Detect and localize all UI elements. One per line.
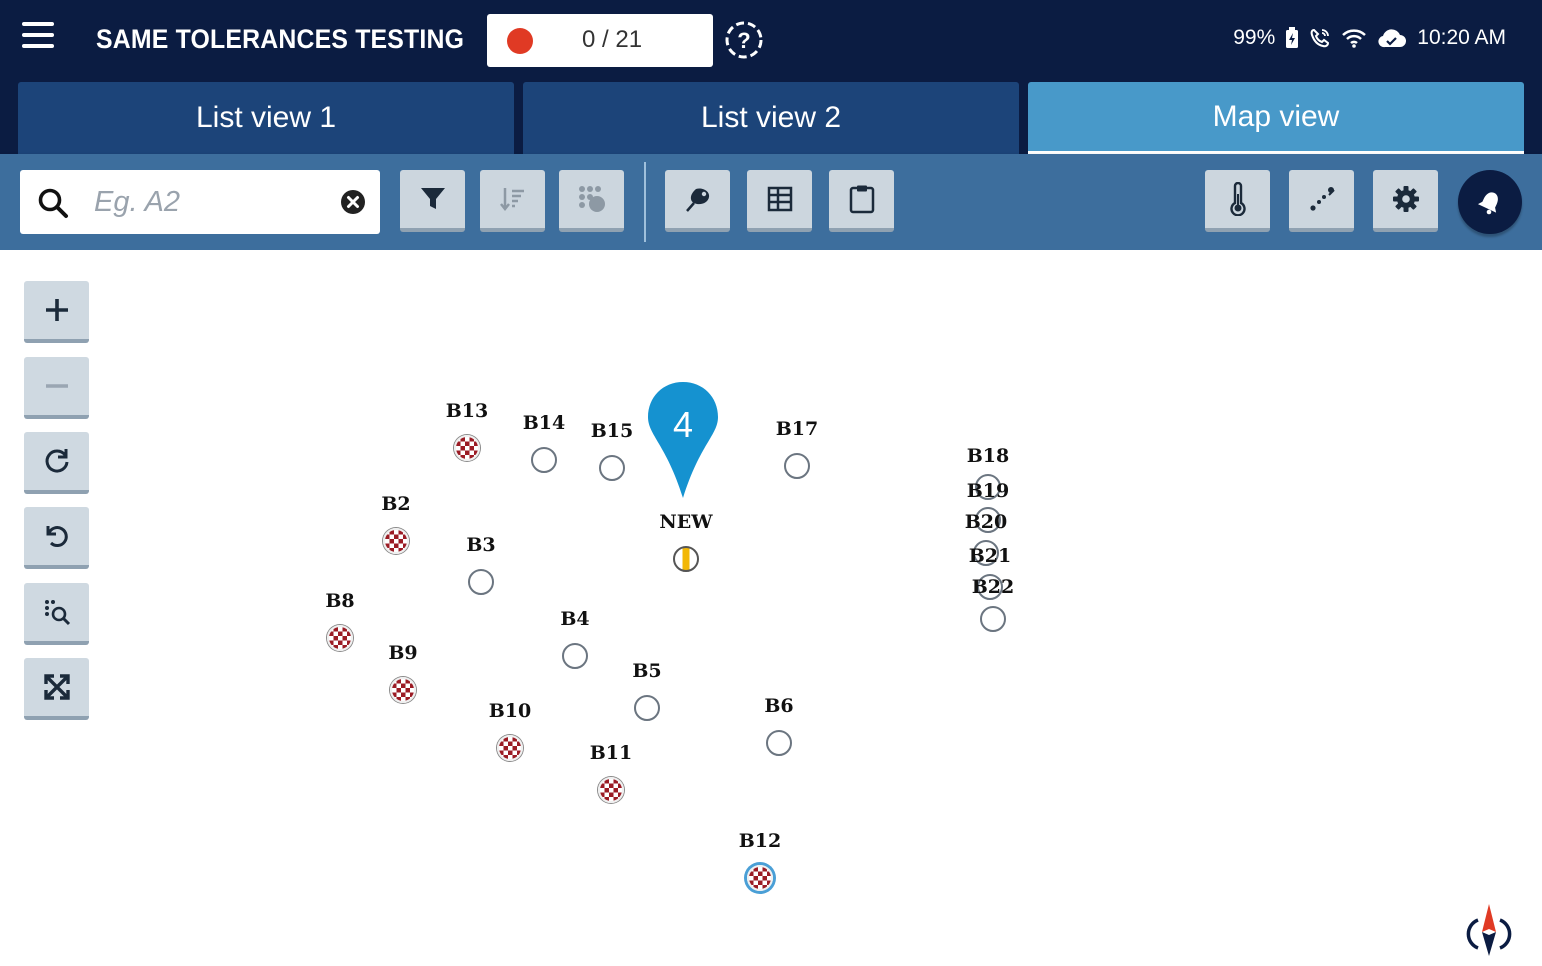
- point-label: B19: [966, 480, 1010, 502]
- plumb-bob-icon: [685, 188, 709, 212]
- point-label: B5: [632, 660, 662, 682]
- report-button[interactable]: [829, 170, 894, 232]
- zoom-points-icon: [44, 600, 70, 626]
- point-marker: [766, 730, 792, 756]
- battery-charging-icon: [1286, 27, 1299, 48]
- point-marker: [980, 606, 1006, 632]
- point-label: B11: [589, 742, 633, 764]
- temperature-button[interactable]: [1205, 170, 1270, 232]
- point-marker: [383, 528, 409, 554]
- point-label: B18: [966, 445, 1010, 467]
- battery-percent: 99%: [1233, 26, 1276, 49]
- point-label: B6: [764, 695, 794, 717]
- group-points-button[interactable]: [559, 170, 624, 232]
- settings-button[interactable]: [1373, 170, 1438, 232]
- counter-text: 0 / 21: [582, 26, 643, 53]
- tab-list-view-2[interactable]: List view 2: [523, 82, 1019, 154]
- point-marker: [747, 865, 773, 891]
- notifications-button[interactable]: [1458, 170, 1522, 234]
- plus-icon: [45, 299, 68, 321]
- status-bar: 99% 10:20 AM: [1233, 26, 1506, 50]
- point-label: B3: [466, 534, 496, 556]
- clear-search-icon[interactable]: [340, 189, 366, 215]
- point-label: B13: [445, 400, 489, 422]
- tab-map-view[interactable]: Map view: [1028, 82, 1524, 154]
- search-icon: [38, 188, 68, 218]
- fit-extent-button[interactable]: [24, 658, 89, 720]
- sort-icon: [499, 188, 524, 212]
- cloud-sync-icon: [1378, 29, 1407, 48]
- point-marker: [454, 435, 480, 461]
- point-marker: [634, 695, 660, 721]
- point-label: B22: [971, 576, 1015, 598]
- point-label: B2: [381, 493, 411, 515]
- thermometer-icon: [1229, 182, 1246, 216]
- sort-button[interactable]: [480, 170, 545, 232]
- point-marker: [468, 569, 494, 595]
- zoom-in-button[interactable]: [24, 281, 89, 343]
- point-label: B17: [775, 418, 819, 440]
- expand-icon: [43, 674, 70, 700]
- search-box: [20, 170, 380, 234]
- point-marker: [784, 453, 810, 479]
- point-marker: [562, 643, 588, 669]
- zoom-out-button[interactable]: [24, 357, 89, 419]
- tab-list-view-1[interactable]: List view 1: [18, 82, 514, 154]
- pin-number: 4: [672, 404, 694, 445]
- app-title: SAME TOLERANCES TESTING: [96, 24, 465, 54]
- point-label: B10: [488, 700, 532, 722]
- grid-table-icon: [767, 186, 792, 212]
- zoom-to-points-button[interactable]: [24, 583, 89, 645]
- toolbar: [0, 154, 1542, 250]
- recording-counter[interactable]: 0 / 21: [487, 14, 713, 67]
- map-location-pin[interactable]: 4: [646, 380, 720, 502]
- undo-icon: [46, 526, 68, 548]
- stakeout-button[interactable]: [665, 170, 730, 232]
- rotate-counterclockwise-button[interactable]: [24, 507, 89, 569]
- hamburger-menu-icon[interactable]: [22, 22, 56, 56]
- gear-icon: [1392, 186, 1419, 212]
- help-icon[interactable]: ?: [724, 20, 764, 60]
- toolbar-separator: [644, 162, 646, 242]
- filter-icon: [420, 188, 445, 209]
- map-canvas[interactable]: B13 B14 B15 B17 B18 B19 B20 B21 B22 B2 B…: [0, 250, 1542, 966]
- measure-line-button[interactable]: [1289, 170, 1354, 232]
- point-marker: [598, 777, 624, 803]
- svg-text:?: ?: [737, 28, 750, 53]
- point-marker: [390, 677, 416, 703]
- minus-icon: [45, 384, 68, 388]
- point-marker: [497, 735, 523, 761]
- point-marker: [673, 546, 699, 572]
- point-marker: [599, 455, 625, 481]
- clipboard-icon: [849, 185, 874, 214]
- clock: 10:20 AM: [1417, 26, 1506, 49]
- dots-grid-icon: [578, 186, 605, 212]
- view-tabs: List view 1 List view 2 Map view: [0, 82, 1542, 154]
- record-dot-icon: [507, 28, 533, 54]
- point-label: B4: [560, 608, 590, 630]
- point-label: NEW: [659, 511, 713, 533]
- search-input[interactable]: [94, 182, 334, 222]
- wifi-calling-icon: [1310, 28, 1330, 48]
- point-label: B12: [738, 830, 782, 852]
- dotted-line-icon: [1309, 187, 1335, 211]
- point-label: B8: [325, 590, 355, 612]
- rotate-clockwise-button[interactable]: [24, 432, 89, 494]
- table-view-button[interactable]: [747, 170, 812, 232]
- point-label: B21: [968, 545, 1012, 567]
- compass-icon[interactable]: [1466, 902, 1512, 958]
- point-marker: [531, 447, 557, 473]
- filter-button[interactable]: [400, 170, 465, 232]
- point-label: B9: [388, 642, 418, 664]
- bell-icon: [1477, 192, 1498, 215]
- app-bar: SAME TOLERANCES TESTING 0 / 21 ? 99% 10:…: [0, 0, 1542, 82]
- point-label: B20: [964, 511, 1008, 533]
- wifi-icon: [1342, 29, 1367, 48]
- point-marker: [327, 625, 353, 651]
- point-label: B15: [590, 420, 634, 442]
- redo-icon: [45, 449, 68, 473]
